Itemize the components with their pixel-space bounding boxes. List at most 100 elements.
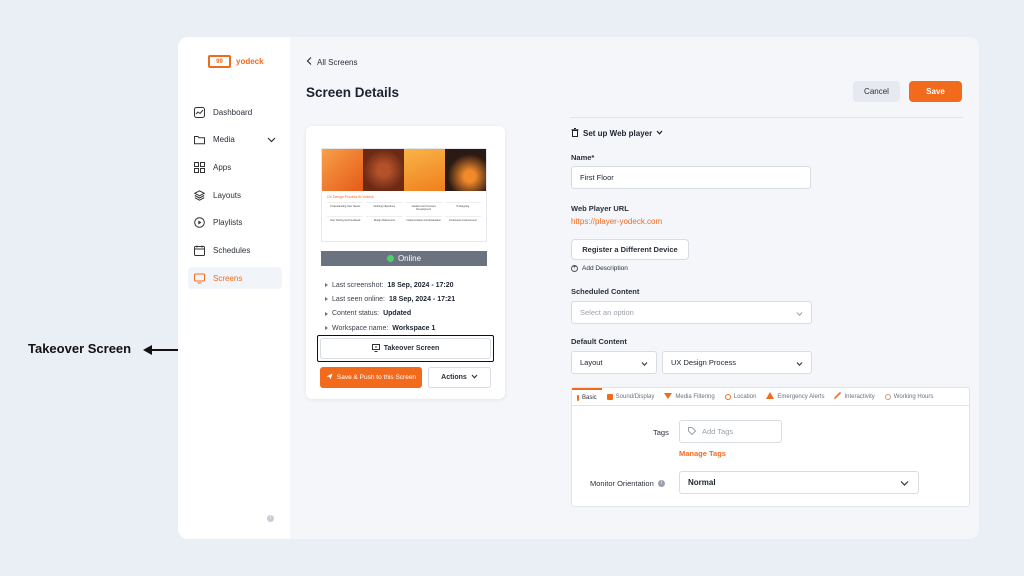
takeover-screen-callout: Takeover Screen [28,341,132,356]
location-icon [724,393,731,400]
info-last-seen[interactable]: Last seen online: 18 Sep, 2024 - 17:21 [325,292,455,306]
info-workspace[interactable]: Workspace name: Workspace 1 [325,321,455,335]
sidebar-item-label: Playlists [213,218,243,228]
basic-icon [577,394,579,401]
filter-icon [664,392,673,401]
default-type-select[interactable]: Layout [571,351,657,374]
web-player-url-link[interactable]: https://player-yodeck.com [571,217,662,226]
sidebar-item-label: Layouts [213,190,242,200]
thumbnail-step: Design Refinement [366,216,403,227]
logo[interactable]: 99 yodeck [208,55,264,68]
tab-media-filtering[interactable]: Media Filtering [659,388,719,405]
default-content-select[interactable]: UX Design Process [662,351,812,374]
monitor-orientation-label: Monitor Orientation i [590,479,665,488]
trash-icon [571,128,579,139]
chevron-down-icon [796,360,803,369]
settings-panel: Basic Sound/Display Media Filtering Loca… [571,387,970,507]
save-push-button[interactable]: Save & Push to this Screen [320,367,422,388]
screen-thumbnail[interactable]: UX Design Process At Yodeck Understandin… [321,148,487,242]
info-content-status[interactable]: Content status: Updated [325,307,455,321]
logo-text: yodeck [236,57,264,66]
info-icon[interactable]: i [657,480,665,487]
sidebar: 99 yodeck Dashboard Media Apps Layouts P… [178,37,290,539]
logo-mark: 99 [208,55,231,68]
takeover-screen-button[interactable]: Takeover Screen [320,338,491,359]
status-label: Online [397,254,422,263]
tab-working-hours[interactable]: Working Hours [880,388,939,405]
thumbnail-step: User Testing And Feedback [327,216,364,227]
tab-label: Interactivity [844,393,875,400]
thumbnail-step: Ideation And Concept Development [405,202,442,213]
display-icon [606,393,613,400]
layers-icon [194,189,205,201]
alert-icon [766,392,775,401]
monitor-icon [194,273,205,284]
setup-web-player-dropdown[interactable]: Set up Web player [571,128,663,139]
scheduled-content-select[interactable]: Select an option [571,301,812,324]
name-field[interactable]: First Floor [571,166,811,189]
default-content-value: UX Design Process [671,358,737,367]
add-description-link[interactable]: + Add Description [571,265,628,272]
settings-tabs: Basic Sound/Display Media Filtering Loca… [572,388,969,406]
tab-label: Working Hours [893,393,934,400]
sidebar-item-media[interactable]: Media [188,129,282,151]
default-content-label: Default Content [571,337,627,346]
thumbnail-title: UX Design Process At Yodeck [327,195,374,199]
online-dot-icon [386,255,394,262]
chevron-down-icon [471,373,478,382]
sidebar-item-screens[interactable]: Screens [188,267,282,290]
info-value: Updated [383,310,412,318]
thumbnail-step: Continuous Improvement [444,216,481,227]
calendar-icon [194,245,205,256]
divider [570,117,963,118]
thumbnail-step: Defining Objectives [366,202,403,213]
actions-dropdown[interactable]: Actions [428,367,491,388]
send-icon [326,373,333,382]
sidebar-item-playlists[interactable]: Playlists [188,212,282,234]
sidebar-item-label: Schedules [213,245,251,255]
sidebar-item-schedules[interactable]: Schedules [188,239,282,261]
register-device-button[interactable]: Register a Different Device [571,239,689,260]
tab-sound-display[interactable]: Sound/Display [602,388,660,405]
apps-grid-icon [194,161,205,173]
sidebar-item-label: Apps [213,162,232,172]
sidebar-item-layouts[interactable]: Layouts [188,184,282,206]
thumbnail-image [445,149,486,191]
play-circle-icon [194,217,205,229]
manage-tags-link[interactable]: Manage Tags [679,449,726,458]
screen-share-icon [371,343,380,354]
tab-emergency-alerts[interactable]: Emergency Alerts [761,388,829,405]
thumbnail-step: Prototyping [444,202,481,213]
save-button[interactable]: Save [909,81,962,102]
info-label: Last screenshot: [332,281,384,289]
chevron-down-icon[interactable] [267,135,276,146]
tab-basic[interactable]: Basic [572,388,602,405]
thumbnail-step: Implementation And Evaluation [405,216,442,227]
info-last-screenshot[interactable]: Last screenshot: 18 Sep, 2024 - 17:20 [325,278,455,292]
back-label: All Screens [317,57,358,67]
screen-info: Last screenshot: 18 Sep, 2024 - 17:20 Las… [325,278,455,335]
tab-interactivity[interactable]: Interactivity [829,388,879,405]
info-value: Workspace 1 [392,324,436,332]
info-value: 18 Sep, 2024 - 17:20 [387,281,454,289]
monitor-orientation-select[interactable]: Normal [679,471,919,494]
help-icon[interactable]: i [267,515,274,522]
cancel-button[interactable]: Cancel [853,81,900,102]
thumbnail-step: Understanding User Needs [327,202,364,213]
sidebar-item-label: Media [213,135,235,145]
sidebar-item-apps[interactable]: Apps [188,156,282,178]
sidebar-item-dashboard[interactable]: Dashboard [188,101,282,123]
thumbnail-images [322,149,486,191]
tags-input[interactable]: Add Tags [679,420,782,443]
url-label: Web Player URL [571,204,629,213]
breadcrumb-back[interactable]: All Screens [306,57,357,67]
tab-label: Emergency Alerts [777,393,825,400]
thumbnail-steps: Understanding User Needs Defining Object… [322,202,486,227]
expand-triangle-icon [325,326,328,331]
orientation-value: Normal [688,478,716,487]
tags-placeholder: Add Tags [702,427,734,436]
folder-icon [194,134,205,145]
tab-location[interactable]: Location [720,388,762,405]
dashboard-icon [194,106,205,118]
takeover-label: Takeover Screen [383,345,440,352]
